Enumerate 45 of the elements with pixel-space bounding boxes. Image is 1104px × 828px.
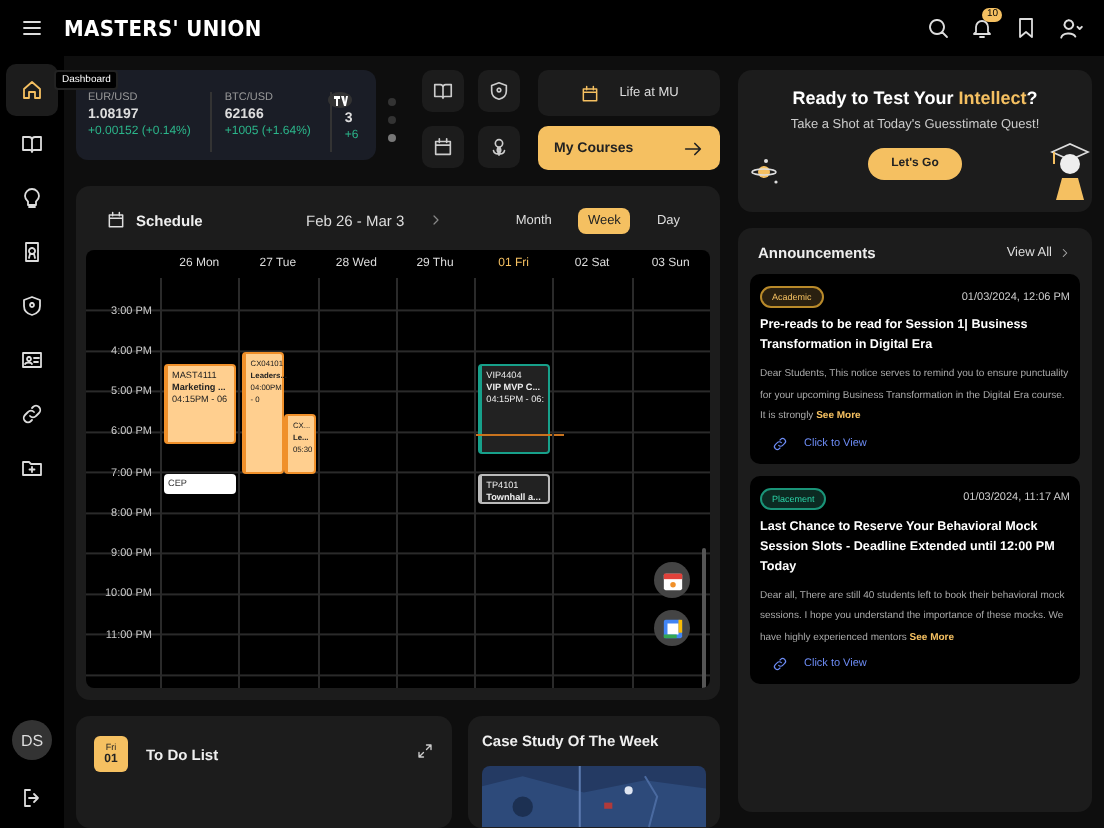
carousel-dot[interactable] [388, 134, 396, 142]
bell-icon [970, 16, 994, 40]
brand-logo: MASTERS' UNION [64, 15, 264, 41]
quick-link-button[interactable] [478, 70, 520, 112]
calendar-app-icon [661, 569, 683, 591]
expand-icon [416, 742, 434, 761]
home-icon [20, 78, 44, 102]
quick-link-button[interactable] [422, 126, 464, 168]
google-calendar-button[interactable] [654, 610, 690, 646]
planet-drawing [748, 158, 780, 186]
user-menu-icon [1058, 15, 1084, 41]
quick-link-button[interactable] [478, 126, 520, 168]
quick-link-button[interactable] [422, 70, 464, 112]
link-icon [772, 656, 788, 672]
link-icon [772, 435, 788, 451]
announcement-card[interactable] [750, 475, 1080, 684]
shield-icon [20, 294, 44, 318]
link-icon [20, 402, 44, 426]
arrow-right-icon [682, 137, 704, 159]
shield-icon [488, 80, 510, 102]
carousel-dot[interactable] [388, 116, 396, 124]
announcement-card[interactable] [750, 274, 1080, 463]
id-card-icon [20, 348, 44, 372]
calendar-app-icon [661, 617, 683, 639]
carousel-dot[interactable] [388, 98, 396, 106]
calendar-icon [106, 210, 126, 230]
search-icon [926, 16, 950, 40]
current-time-line [476, 433, 565, 436]
calendar-icon [579, 83, 600, 103]
calendar-icon [432, 136, 454, 158]
sidebar-item[interactable] [6, 64, 58, 116]
book-icon [20, 132, 44, 156]
calendar-export-button[interactable] [654, 562, 690, 598]
certificate-icon [20, 240, 44, 264]
expand-button[interactable] [416, 742, 434, 761]
bulb-icon [20, 186, 44, 210]
bookmark-icon [1014, 16, 1038, 40]
chevron-right-icon [1058, 246, 1072, 260]
banner-title: Ready to Test Your Intellect? [792, 88, 1038, 108]
avatar[interactable]: DS [12, 720, 52, 760]
scrollbar[interactable] [702, 548, 706, 689]
menu-icon [20, 16, 44, 40]
logout-icon [20, 786, 44, 810]
folder-plus-icon [20, 456, 44, 480]
book-icon [432, 80, 454, 102]
